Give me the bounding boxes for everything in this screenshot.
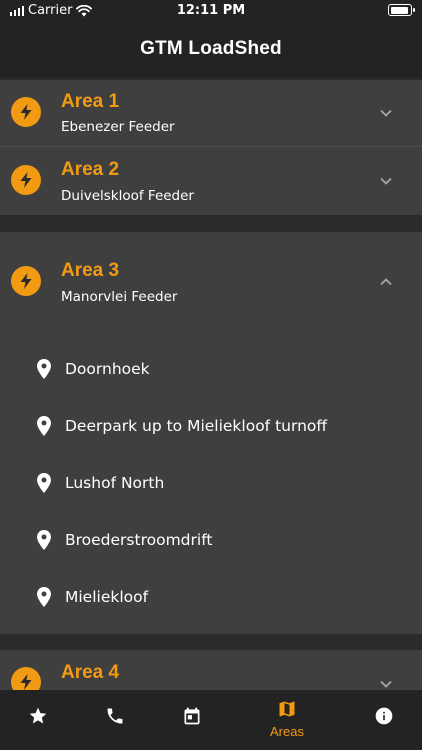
- nav-schedule[interactable]: [150, 690, 234, 750]
- bolt-icon: [11, 165, 41, 195]
- status-time: 12:11 PM: [176, 3, 246, 18]
- area-title: Area 3: [61, 260, 120, 281]
- location-pin-icon: [37, 587, 51, 607]
- area-row-2[interactable]: Area 2 Duivelskloof Feeder: [0, 147, 422, 215]
- chevron-down-icon[interactable]: [378, 105, 394, 121]
- map-icon: [279, 701, 295, 717]
- chevron-down-icon[interactable]: [378, 676, 394, 690]
- phone-icon: [107, 708, 123, 724]
- battery-icon: [388, 4, 415, 16]
- area-feeder: Duivelskloof Feeder: [61, 188, 194, 204]
- area-title: Area 1: [61, 91, 120, 112]
- area-title: Area 4: [61, 662, 120, 683]
- nav-info[interactable]: [342, 690, 422, 750]
- nav-favorites[interactable]: [0, 690, 80, 750]
- bottom-nav: Areas: [0, 690, 422, 750]
- location-item[interactable]: Deerpark up to Mieliekloof turnoff: [0, 408, 422, 448]
- location-pin-icon: [37, 473, 51, 493]
- area-card-4: Area 4: [0, 650, 422, 690]
- info-icon: [375, 707, 393, 725]
- area-row-1[interactable]: Area 1 Ebenezer Feeder: [0, 80, 422, 148]
- status-right: [388, 4, 415, 16]
- area-row-4[interactable]: Area 4: [0, 650, 422, 690]
- location-item[interactable]: Doornhoek: [0, 351, 422, 391]
- location-item[interactable]: Mieliekloof: [0, 579, 422, 619]
- calendar-icon: [184, 707, 200, 725]
- status-bar: Carrier 12:11 PM: [0, 0, 422, 24]
- area-row-3[interactable]: Area 3 Manorvlei Feeder: [0, 232, 422, 332]
- nav-areas-label: Areas: [270, 724, 304, 739]
- area-title: Area 2: [61, 159, 120, 180]
- bolt-icon: [11, 97, 41, 127]
- bolt-icon: [11, 667, 41, 690]
- location-item[interactable]: Broederstroomdrift: [0, 522, 422, 562]
- area-card-3: Area 3 Manorvlei Feeder Doornhoek Deerpa…: [0, 232, 422, 634]
- nav-areas[interactable]: Areas: [245, 690, 329, 750]
- location-label: Deerpark up to Mieliekloof turnoff: [65, 417, 328, 435]
- nav-contact[interactable]: [73, 690, 157, 750]
- page-title: GTM LoadShed: [140, 38, 282, 59]
- location-item[interactable]: Lushof North: [0, 465, 422, 505]
- location-label: Lushof North: [65, 474, 165, 492]
- area-feeder: Ebenezer Feeder: [61, 119, 175, 135]
- chevron-down-icon[interactable]: [378, 173, 394, 189]
- location-pin-icon: [37, 416, 51, 436]
- star-icon: [29, 707, 47, 724]
- area-feeder: Manorvlei Feeder: [61, 289, 178, 305]
- chevron-up-icon[interactable]: [378, 274, 394, 290]
- location-label: Doornhoek: [65, 360, 150, 378]
- location-pin-icon: [37, 530, 51, 550]
- bolt-icon: [11, 266, 41, 296]
- location-label: Mieliekloof: [65, 588, 149, 606]
- location-pin-icon: [37, 359, 51, 379]
- app-bar: GTM LoadShed: [0, 24, 422, 78]
- areas-card-top: Area 1 Ebenezer Feeder Area 2 Duivelsklo…: [0, 80, 422, 215]
- location-label: Broederstroomdrift: [65, 531, 213, 549]
